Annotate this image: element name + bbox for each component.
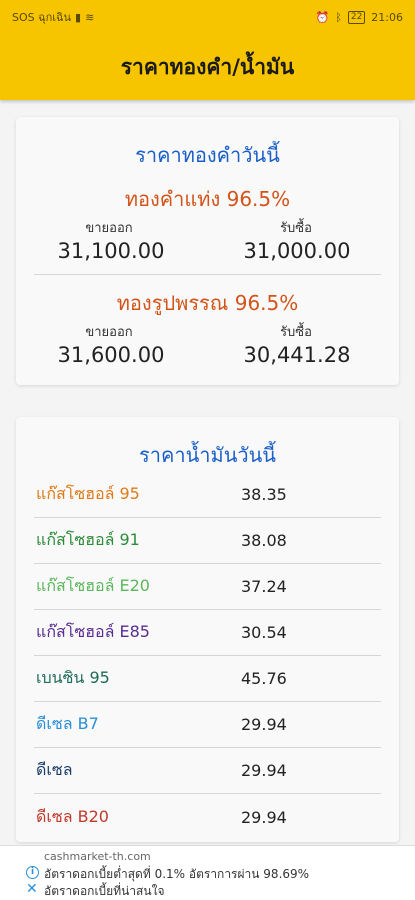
gold-bar-sell-value: 31,100.00 bbox=[57, 239, 165, 263]
list-item: แก๊สโซฮอล์ E20 37.24 bbox=[34, 564, 381, 610]
ad-subline[interactable]: อัตราดอกเบี้ยที่น่าสนใจ bbox=[44, 882, 164, 900]
list-item: แก๊สโซฮอล์ 95 38.35 bbox=[34, 472, 381, 518]
oil-card-title: ราคาน้ำมันวันนี้ bbox=[139, 443, 276, 467]
ad-close-icon[interactable]: ✕ bbox=[26, 882, 38, 896]
signal-icon: ▮ bbox=[75, 10, 82, 24]
status-bar: SOS ฉุกเฉิน ▮ ≋ ⏰ ᛒ 22 21:06 bbox=[0, 0, 415, 34]
oil-name: แก๊สโซฮอล์ 95 bbox=[36, 484, 140, 503]
oil-name: ดีเซล B20 bbox=[36, 806, 109, 826]
oil-name: แก๊สโซฮอล์ 91 bbox=[36, 530, 140, 549]
list-item: แก๊สโซฮอล์ 91 38.08 bbox=[34, 518, 381, 564]
oil-price: 38.08 bbox=[241, 531, 287, 550]
oil-name: ดีเซล bbox=[36, 760, 73, 779]
gold-bar-buy-label: รับซื้อ bbox=[280, 221, 312, 236]
list-item: แก๊สโซฮอล์ E85 30.54 bbox=[34, 610, 381, 656]
gold-ornament-sell-value: 31,600.00 bbox=[57, 343, 165, 367]
gold-ornament-name: ทองรูปพรรณ 96.5% bbox=[116, 291, 299, 315]
oil-list: แก๊สโซฮอล์ 95 38.35 แก๊สโซฮอล์ 91 38.08 … bbox=[34, 472, 381, 840]
list-item: ดีเซล B20 29.94 bbox=[34, 794, 381, 840]
gold-ornament-buy-label: รับซื้อ bbox=[280, 325, 312, 340]
oil-price: 38.35 bbox=[241, 485, 287, 504]
oil-price: 29.94 bbox=[241, 807, 287, 827]
page-title: ราคาทองคำ/น้ำมัน bbox=[120, 54, 295, 79]
oil-price: 29.94 bbox=[241, 761, 287, 780]
oil-price-card: ราคาน้ำมันวันนี้ แก๊สโซฮอล์ 95 38.35 แก๊… bbox=[16, 417, 399, 842]
oil-price: 29.94 bbox=[241, 715, 287, 734]
ad-banner[interactable]: cashmarket-th.com i ✕ อัตราดอกเบี้ยต่ำสุ… bbox=[0, 845, 415, 900]
oil-price: 45.76 bbox=[241, 669, 287, 688]
gold-bar-name: ทองคำแท่ง 96.5% bbox=[124, 187, 291, 211]
list-item: เบนซิน 95 45.76 bbox=[34, 656, 381, 702]
oil-price: 37.24 bbox=[241, 577, 287, 596]
gold-bar-buy-value: 31,000.00 bbox=[243, 239, 351, 263]
oil-name: ดีเซล B7 bbox=[36, 714, 99, 733]
alarm-icon: ⏰ bbox=[315, 10, 330, 24]
list-item: ดีเซล B7 29.94 bbox=[34, 702, 381, 748]
oil-name: แก๊สโซฮอล์ E20 bbox=[36, 576, 150, 595]
gold-ornament-sell-label: ขายออก bbox=[85, 325, 133, 340]
gold-card-title: ราคาทองคำวันนี้ bbox=[135, 143, 280, 167]
list-item: ดีเซล 29.94 bbox=[34, 748, 381, 794]
oil-price: 30.54 bbox=[241, 623, 287, 642]
carrier-text: SOS ฉุกเฉิน bbox=[12, 11, 72, 24]
gold-price-card: ราคาทองคำวันนี้ ทองคำแท่ง 96.5% ขายออก ร… bbox=[16, 117, 399, 385]
clock: 21:06 bbox=[371, 10, 403, 24]
app-bar: ราคาทองคำ/น้ำมัน bbox=[0, 34, 415, 100]
ad-info-icon[interactable]: i bbox=[26, 866, 39, 879]
oil-name: เบนซิน 95 bbox=[36, 668, 110, 687]
wifi-icon: ≋ bbox=[85, 10, 95, 24]
battery-icon: 22 bbox=[347, 10, 366, 24]
gold-ornament-buy-value: 30,441.28 bbox=[243, 343, 351, 367]
ad-domain[interactable]: cashmarket-th.com bbox=[44, 850, 151, 863]
gold-divider bbox=[34, 274, 381, 275]
oil-name: แก๊สโซฮอล์ E85 bbox=[36, 622, 150, 641]
gold-bar-sell-label: ขายออก bbox=[85, 221, 133, 236]
bluetooth-icon: ᛒ bbox=[335, 10, 342, 24]
